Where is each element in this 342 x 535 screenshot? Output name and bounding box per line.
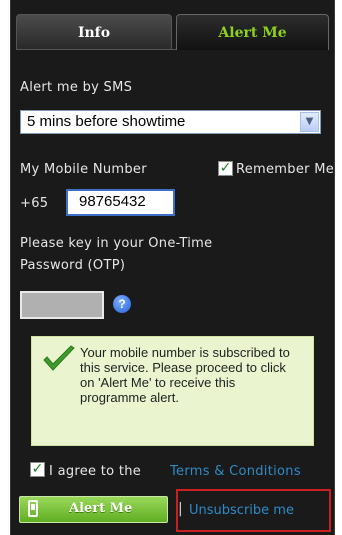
agree-terms-checkbox[interactable]: ✓ xyxy=(30,462,45,477)
tab-alert-me[interactable]: Alert Me xyxy=(176,14,329,50)
mobile-number-label: My Mobile Number xyxy=(20,162,147,177)
help-icon[interactable]: ? xyxy=(113,295,131,313)
alert-me-button-label: Alert Me xyxy=(69,501,133,516)
terms-conditions-link[interactable]: Terms & Conditions xyxy=(170,464,301,479)
sms-timing-value: 5 mins before showtime xyxy=(27,113,186,130)
phone-icon xyxy=(28,500,38,517)
mobile-number-input[interactable]: 98765432 xyxy=(66,189,175,216)
sms-label: Alert me by SMS xyxy=(20,80,133,95)
tab-bar: Info Alert Me xyxy=(16,14,329,50)
sms-timing-select[interactable]: 5 mins before showtime ▼ xyxy=(20,110,321,134)
agree-terms-label: I agree to the xyxy=(49,464,142,479)
country-code-prefix: +65 xyxy=(20,196,49,211)
tab-info[interactable]: Info xyxy=(16,14,172,50)
otp-label-line1: Please key in your One-Time xyxy=(20,236,213,251)
subscription-notice: Your mobile number is subscribed to this… xyxy=(31,336,314,446)
otp-input[interactable] xyxy=(20,291,104,319)
tab-divider xyxy=(16,49,176,50)
notice-text: Your mobile number is subscribed to this… xyxy=(80,345,290,405)
otp-label-line2: Password (OTP) xyxy=(20,258,126,273)
check-icon xyxy=(43,345,75,371)
remember-me-checkbox[interactable]: ✓ xyxy=(218,161,233,176)
unsubscribe-link[interactable]: Unsubscribe me xyxy=(189,503,294,518)
remember-me-label: Remember Me xyxy=(236,162,335,177)
chevron-down-icon[interactable]: ▼ xyxy=(300,112,319,132)
alert-me-button[interactable]: Alert Me xyxy=(19,496,168,523)
